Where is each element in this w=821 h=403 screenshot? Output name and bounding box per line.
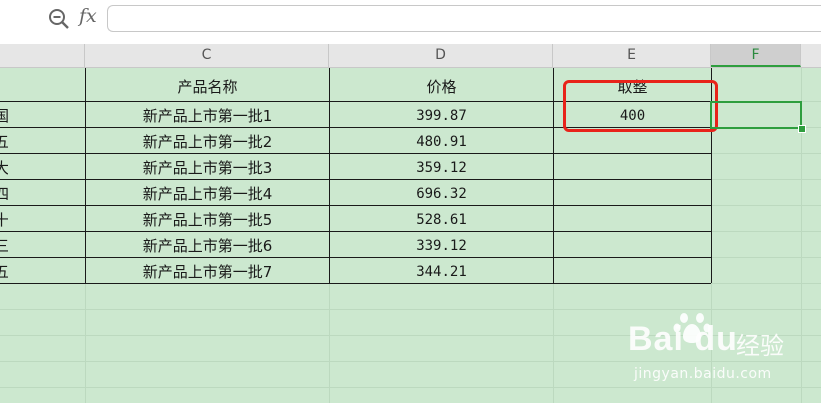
watermark-logo-text: Bai du <box>628 320 738 358</box>
price-cell[interactable]: 339.12 <box>330 233 553 259</box>
price-cell[interactable]: 480.91 <box>330 129 553 155</box>
price-cell[interactable]: 528.61 <box>330 207 553 233</box>
row-stub-cell[interactable]: 十 <box>0 207 8 233</box>
price-cell[interactable]: 344.21 <box>330 259 553 285</box>
baidu-jingyan-watermark: Bai du 经验 jingyan.baidu.com <box>628 310 818 390</box>
highlight-annotation-box <box>563 80 718 132</box>
rounded-cell[interactable] <box>554 207 711 233</box>
rounded-cell[interactable] <box>554 233 711 259</box>
product-name-cell[interactable]: 新产品上市第一批6 <box>86 233 329 259</box>
rounded-cell[interactable] <box>554 259 711 285</box>
price-cell[interactable]: 696.32 <box>330 181 553 207</box>
watermark-jingyan-text: 经验 <box>736 332 784 360</box>
row-stub-cell[interactable]: 五 <box>0 259 8 285</box>
product-name-cell[interactable]: 新产品上市第一批7 <box>86 259 329 285</box>
row-stub-cell[interactable]: 三 <box>0 233 8 259</box>
row-stub-cell[interactable]: 四 <box>0 181 8 207</box>
row-stub-cell[interactable]: 国 <box>0 103 8 129</box>
header-cell-product-name[interactable]: 产品名称 <box>86 74 329 100</box>
product-name-cell[interactable]: 新产品上市第一批2 <box>86 129 329 155</box>
product-name-cell[interactable]: 新产品上市第一批5 <box>86 207 329 233</box>
product-name-cell[interactable]: 新产品上市第一批4 <box>86 181 329 207</box>
header-cell-price[interactable]: 价格 <box>330 74 553 100</box>
row-stub-cell[interactable]: 大 <box>0 155 8 181</box>
watermark-url: jingyan.baidu.com <box>634 366 772 382</box>
rounded-cell[interactable] <box>554 129 711 155</box>
rounded-cell[interactable] <box>554 155 711 181</box>
product-name-cell[interactable]: 新产品上市第一批1 <box>86 103 329 129</box>
selected-cell-f2[interactable] <box>710 101 802 129</box>
rounded-cell[interactable] <box>554 181 711 207</box>
row-stub-cell[interactable]: 五 <box>0 129 8 155</box>
price-cell[interactable]: 359.12 <box>330 155 553 181</box>
price-cell[interactable]: 399.87 <box>330 103 553 129</box>
fill-handle[interactable] <box>798 125 806 133</box>
product-name-cell[interactable]: 新产品上市第一批3 <box>86 155 329 181</box>
